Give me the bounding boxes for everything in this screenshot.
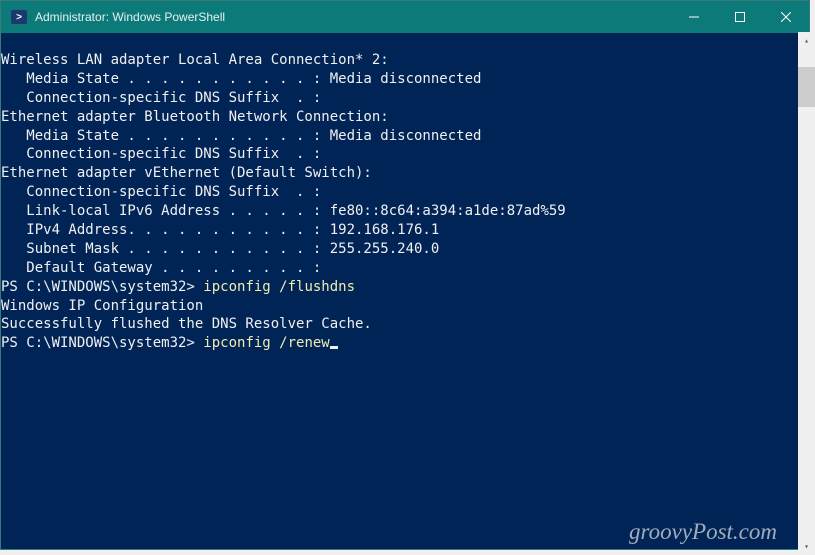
prompt-line: PS C:\WINDOWS\system32> ipconfig /flushd… bbox=[1, 278, 809, 297]
scroll-track[interactable] bbox=[798, 49, 815, 538]
command-text: ipconfig /flushdns bbox=[203, 279, 355, 295]
titlebar-left: Administrator: Windows PowerShell bbox=[1, 10, 225, 24]
output-line: IPv4 Address. . . . . . . . . . . : 192.… bbox=[1, 221, 809, 240]
window-title: Administrator: Windows PowerShell bbox=[35, 10, 225, 24]
output-line: Connection-specific DNS Suffix . : bbox=[1, 183, 809, 202]
output-line: Subnet Mask . . . . . . . . . . . : 255.… bbox=[1, 240, 809, 259]
window-controls bbox=[671, 1, 809, 33]
window-titlebar[interactable]: Administrator: Windows PowerShell bbox=[1, 1, 809, 33]
output-line: Default Gateway . . . . . . . . . : bbox=[1, 259, 809, 278]
text-cursor bbox=[330, 346, 338, 349]
output-line: Connection-specific DNS Suffix . : bbox=[1, 145, 809, 164]
vertical-scrollbar[interactable]: ▴ ▾ bbox=[798, 32, 815, 555]
command-text: ipconfig /renew bbox=[203, 335, 329, 351]
output-line: Ethernet adapter vEthernet (Default Swit… bbox=[1, 164, 809, 183]
powershell-icon bbox=[11, 10, 27, 24]
minimize-button[interactable] bbox=[671, 1, 717, 33]
output-line: Windows IP Configuration bbox=[1, 297, 809, 316]
output-line: Successfully flushed the DNS Resolver Ca… bbox=[1, 315, 809, 334]
minimize-icon bbox=[689, 12, 699, 22]
scroll-down-arrow[interactable]: ▾ bbox=[798, 538, 815, 555]
output-line: Ethernet adapter Bluetooth Network Conne… bbox=[1, 108, 809, 127]
maximize-icon bbox=[735, 12, 745, 22]
output-line: Wireless LAN adapter Local Area Connecti… bbox=[1, 51, 809, 70]
powershell-window: Administrator: Windows PowerShell Wirele… bbox=[0, 0, 810, 550]
close-button[interactable] bbox=[763, 1, 809, 33]
terminal-area[interactable]: Wireless LAN adapter Local Area Connecti… bbox=[1, 33, 809, 549]
maximize-button[interactable] bbox=[717, 1, 763, 33]
prompt-line: PS C:\WINDOWS\system32> ipconfig /renew bbox=[1, 334, 809, 353]
scroll-up-arrow[interactable]: ▴ bbox=[798, 32, 815, 49]
output-line: Media State . . . . . . . . . . . : Medi… bbox=[1, 127, 809, 146]
output-line: Connection-specific DNS Suffix . : bbox=[1, 89, 809, 108]
terminal-output: Wireless LAN adapter Local Area Connecti… bbox=[1, 51, 809, 353]
close-icon bbox=[781, 12, 791, 22]
output-line: Link-local IPv6 Address . . . . . : fe80… bbox=[1, 202, 809, 221]
scroll-thumb[interactable] bbox=[798, 67, 815, 107]
output-line: Media State . . . . . . . . . . . : Medi… bbox=[1, 70, 809, 89]
